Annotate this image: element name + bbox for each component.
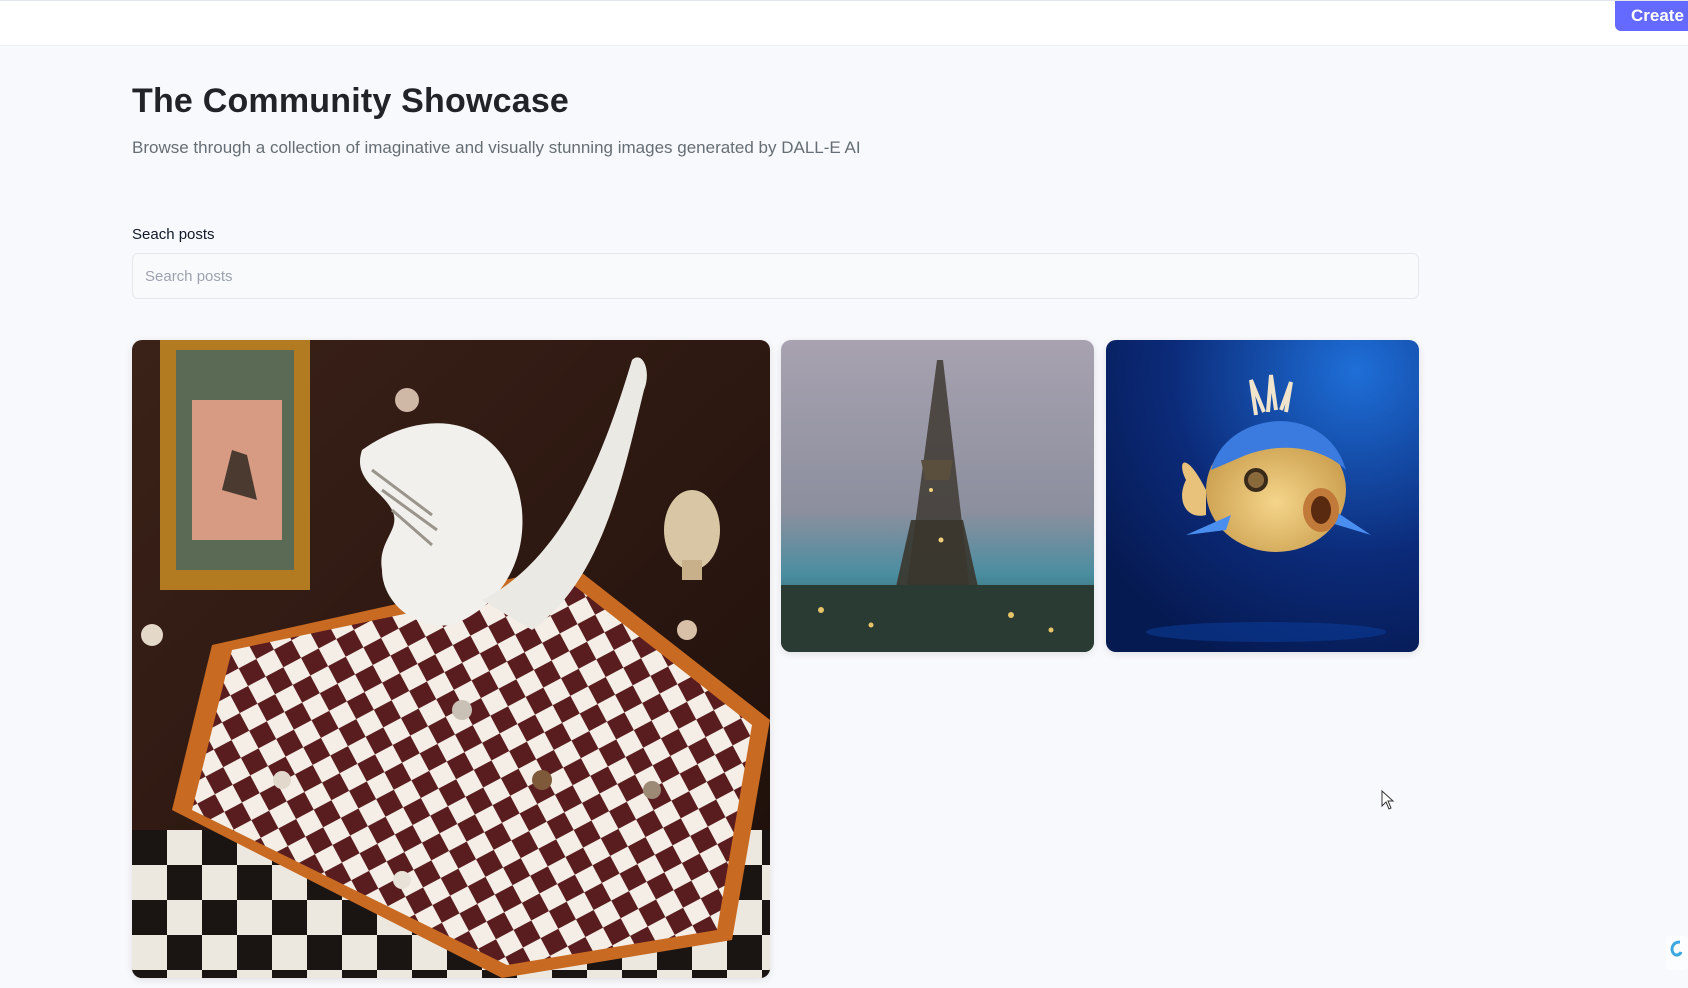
search-input[interactable] bbox=[132, 253, 1419, 299]
post-image bbox=[132, 340, 770, 978]
mouse-cursor-icon bbox=[1381, 790, 1395, 810]
page-title: The Community Showcase bbox=[132, 82, 570, 120]
post-card[interactable] bbox=[781, 340, 1094, 652]
search-label: Seach posts bbox=[132, 226, 215, 243]
post-image bbox=[1106, 340, 1419, 652]
top-header: Create bbox=[0, 0, 1688, 46]
post-card[interactable] bbox=[132, 340, 770, 978]
floating-widget-icon[interactable] bbox=[1666, 936, 1688, 970]
post-card[interactable] bbox=[1106, 340, 1419, 652]
page-subtitle: Browse through a collection of imaginati… bbox=[132, 138, 861, 157]
create-button[interactable]: Create bbox=[1615, 1, 1688, 31]
post-image bbox=[781, 340, 1094, 652]
